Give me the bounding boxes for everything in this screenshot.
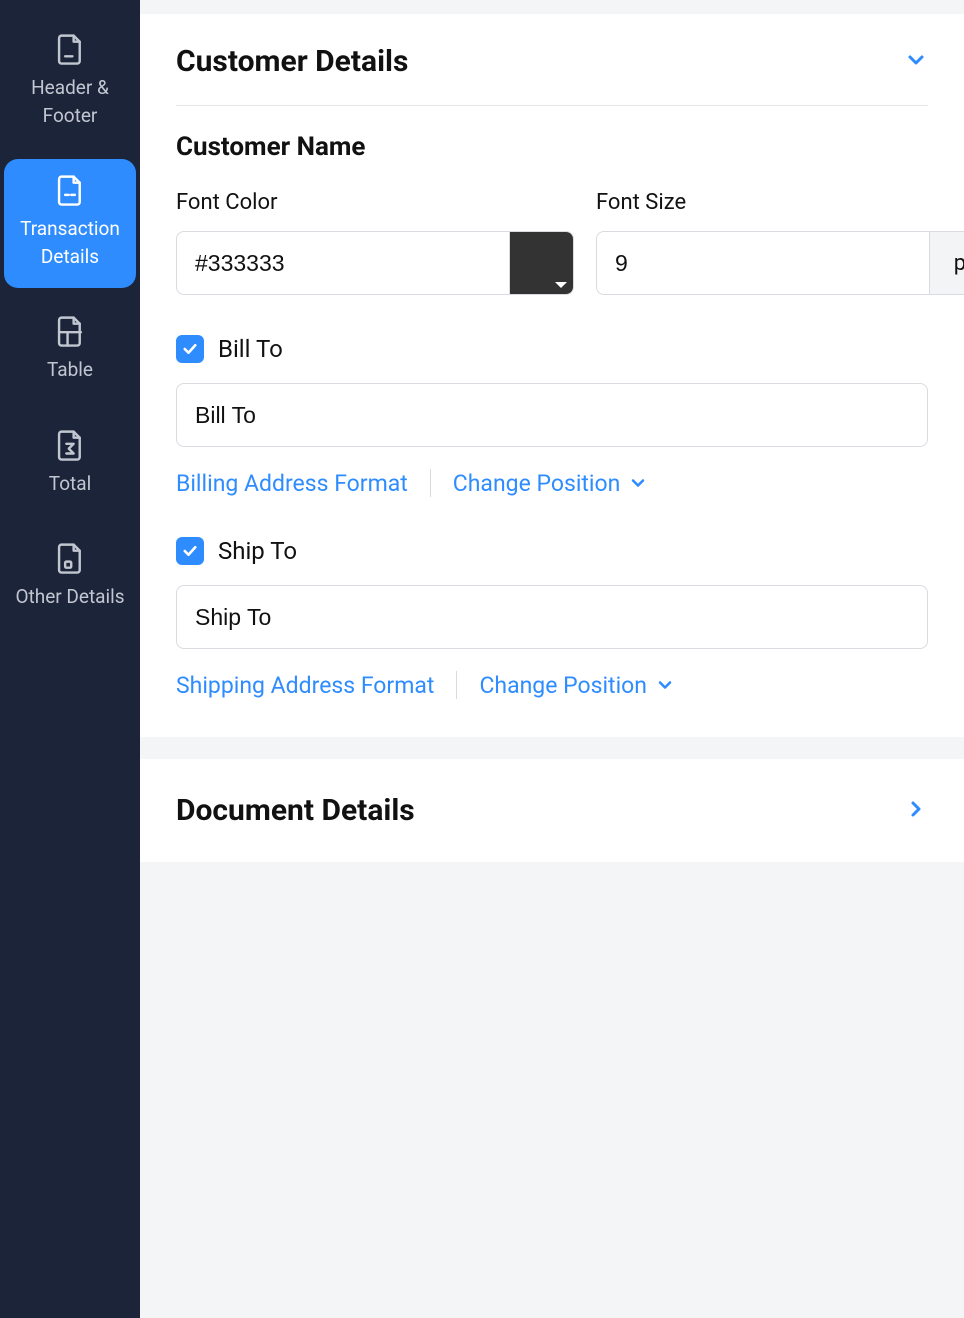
link-text: Change Position bbox=[479, 672, 647, 699]
customer-details-body: Customer Name Font Color Font Size bbox=[140, 106, 964, 737]
font-color-label: Font Color bbox=[176, 190, 574, 215]
file-icon bbox=[55, 32, 85, 66]
customer-details-header[interactable]: Customer Details bbox=[140, 14, 964, 105]
ship-to-label: Ship To bbox=[218, 537, 297, 565]
chevron-down-icon bbox=[628, 473, 648, 493]
bill-to-input[interactable] bbox=[176, 383, 928, 447]
font-size-unit: pt bbox=[929, 232, 964, 294]
ship-to-check-line: Ship To bbox=[176, 537, 928, 565]
font-size-input[interactable] bbox=[597, 232, 929, 294]
chevron-right-icon bbox=[904, 797, 928, 825]
chevron-down-icon bbox=[904, 48, 928, 76]
sidebar-item-other-details[interactable]: Other Details bbox=[4, 527, 136, 629]
link-text: Change Position bbox=[453, 470, 621, 497]
ship-to-change-position-link[interactable]: Change Position bbox=[479, 672, 675, 699]
file-text-icon bbox=[55, 173, 85, 207]
sigma-icon bbox=[55, 428, 85, 462]
divider bbox=[430, 469, 431, 497]
font-size-input-group: pt bbox=[596, 231, 964, 295]
chevron-down-icon bbox=[655, 675, 675, 695]
panel-title: Document Details bbox=[176, 793, 415, 828]
bill-to-link-row: Billing Address Format Change Position bbox=[176, 469, 928, 497]
divider bbox=[456, 671, 457, 699]
sidebar-item-label: Total bbox=[49, 470, 91, 498]
font-color-input-group bbox=[176, 231, 574, 295]
table-icon bbox=[55, 314, 85, 348]
document-details-panel: Document Details bbox=[140, 759, 964, 862]
sidebar-item-transaction-details[interactable]: Transaction Details bbox=[4, 159, 136, 288]
customer-name-heading: Customer Name bbox=[176, 132, 928, 162]
sidebar-item-header-footer[interactable]: Header & Footer bbox=[4, 18, 136, 147]
font-color-input[interactable] bbox=[177, 232, 509, 294]
main-content: Customer Details Customer Name Font Colo… bbox=[140, 0, 964, 1318]
sidebar: Header & Footer Transaction Details bbox=[0, 0, 140, 1318]
bill-to-check-line: Bill To bbox=[176, 335, 928, 363]
sidebar-item-label: Table bbox=[47, 356, 93, 384]
file-other-icon bbox=[55, 541, 85, 575]
font-size-label: Font Size bbox=[596, 190, 964, 215]
bill-to-checkbox[interactable] bbox=[176, 335, 204, 363]
ship-to-checkbox[interactable] bbox=[176, 537, 204, 565]
sidebar-item-label: Transaction Details bbox=[12, 215, 128, 270]
sidebar-item-label: Other Details bbox=[15, 583, 124, 611]
ship-to-link-row: Shipping Address Format Change Position bbox=[176, 671, 928, 699]
ship-to-input[interactable] bbox=[176, 585, 928, 649]
bill-to-change-position-link[interactable]: Change Position bbox=[453, 470, 649, 497]
document-details-header[interactable]: Document Details bbox=[140, 759, 964, 862]
panel-title: Customer Details bbox=[176, 44, 408, 79]
customer-details-panel: Customer Details Customer Name Font Colo… bbox=[140, 14, 964, 737]
shipping-address-format-link[interactable]: Shipping Address Format bbox=[176, 672, 434, 699]
sidebar-item-label: Header & Footer bbox=[12, 74, 128, 129]
font-color-swatch[interactable] bbox=[509, 232, 573, 294]
billing-address-format-link[interactable]: Billing Address Format bbox=[176, 470, 408, 497]
bill-to-label: Bill To bbox=[218, 335, 283, 363]
sidebar-item-total[interactable]: Total bbox=[4, 414, 136, 516]
sidebar-item-table[interactable]: Table bbox=[4, 300, 136, 402]
